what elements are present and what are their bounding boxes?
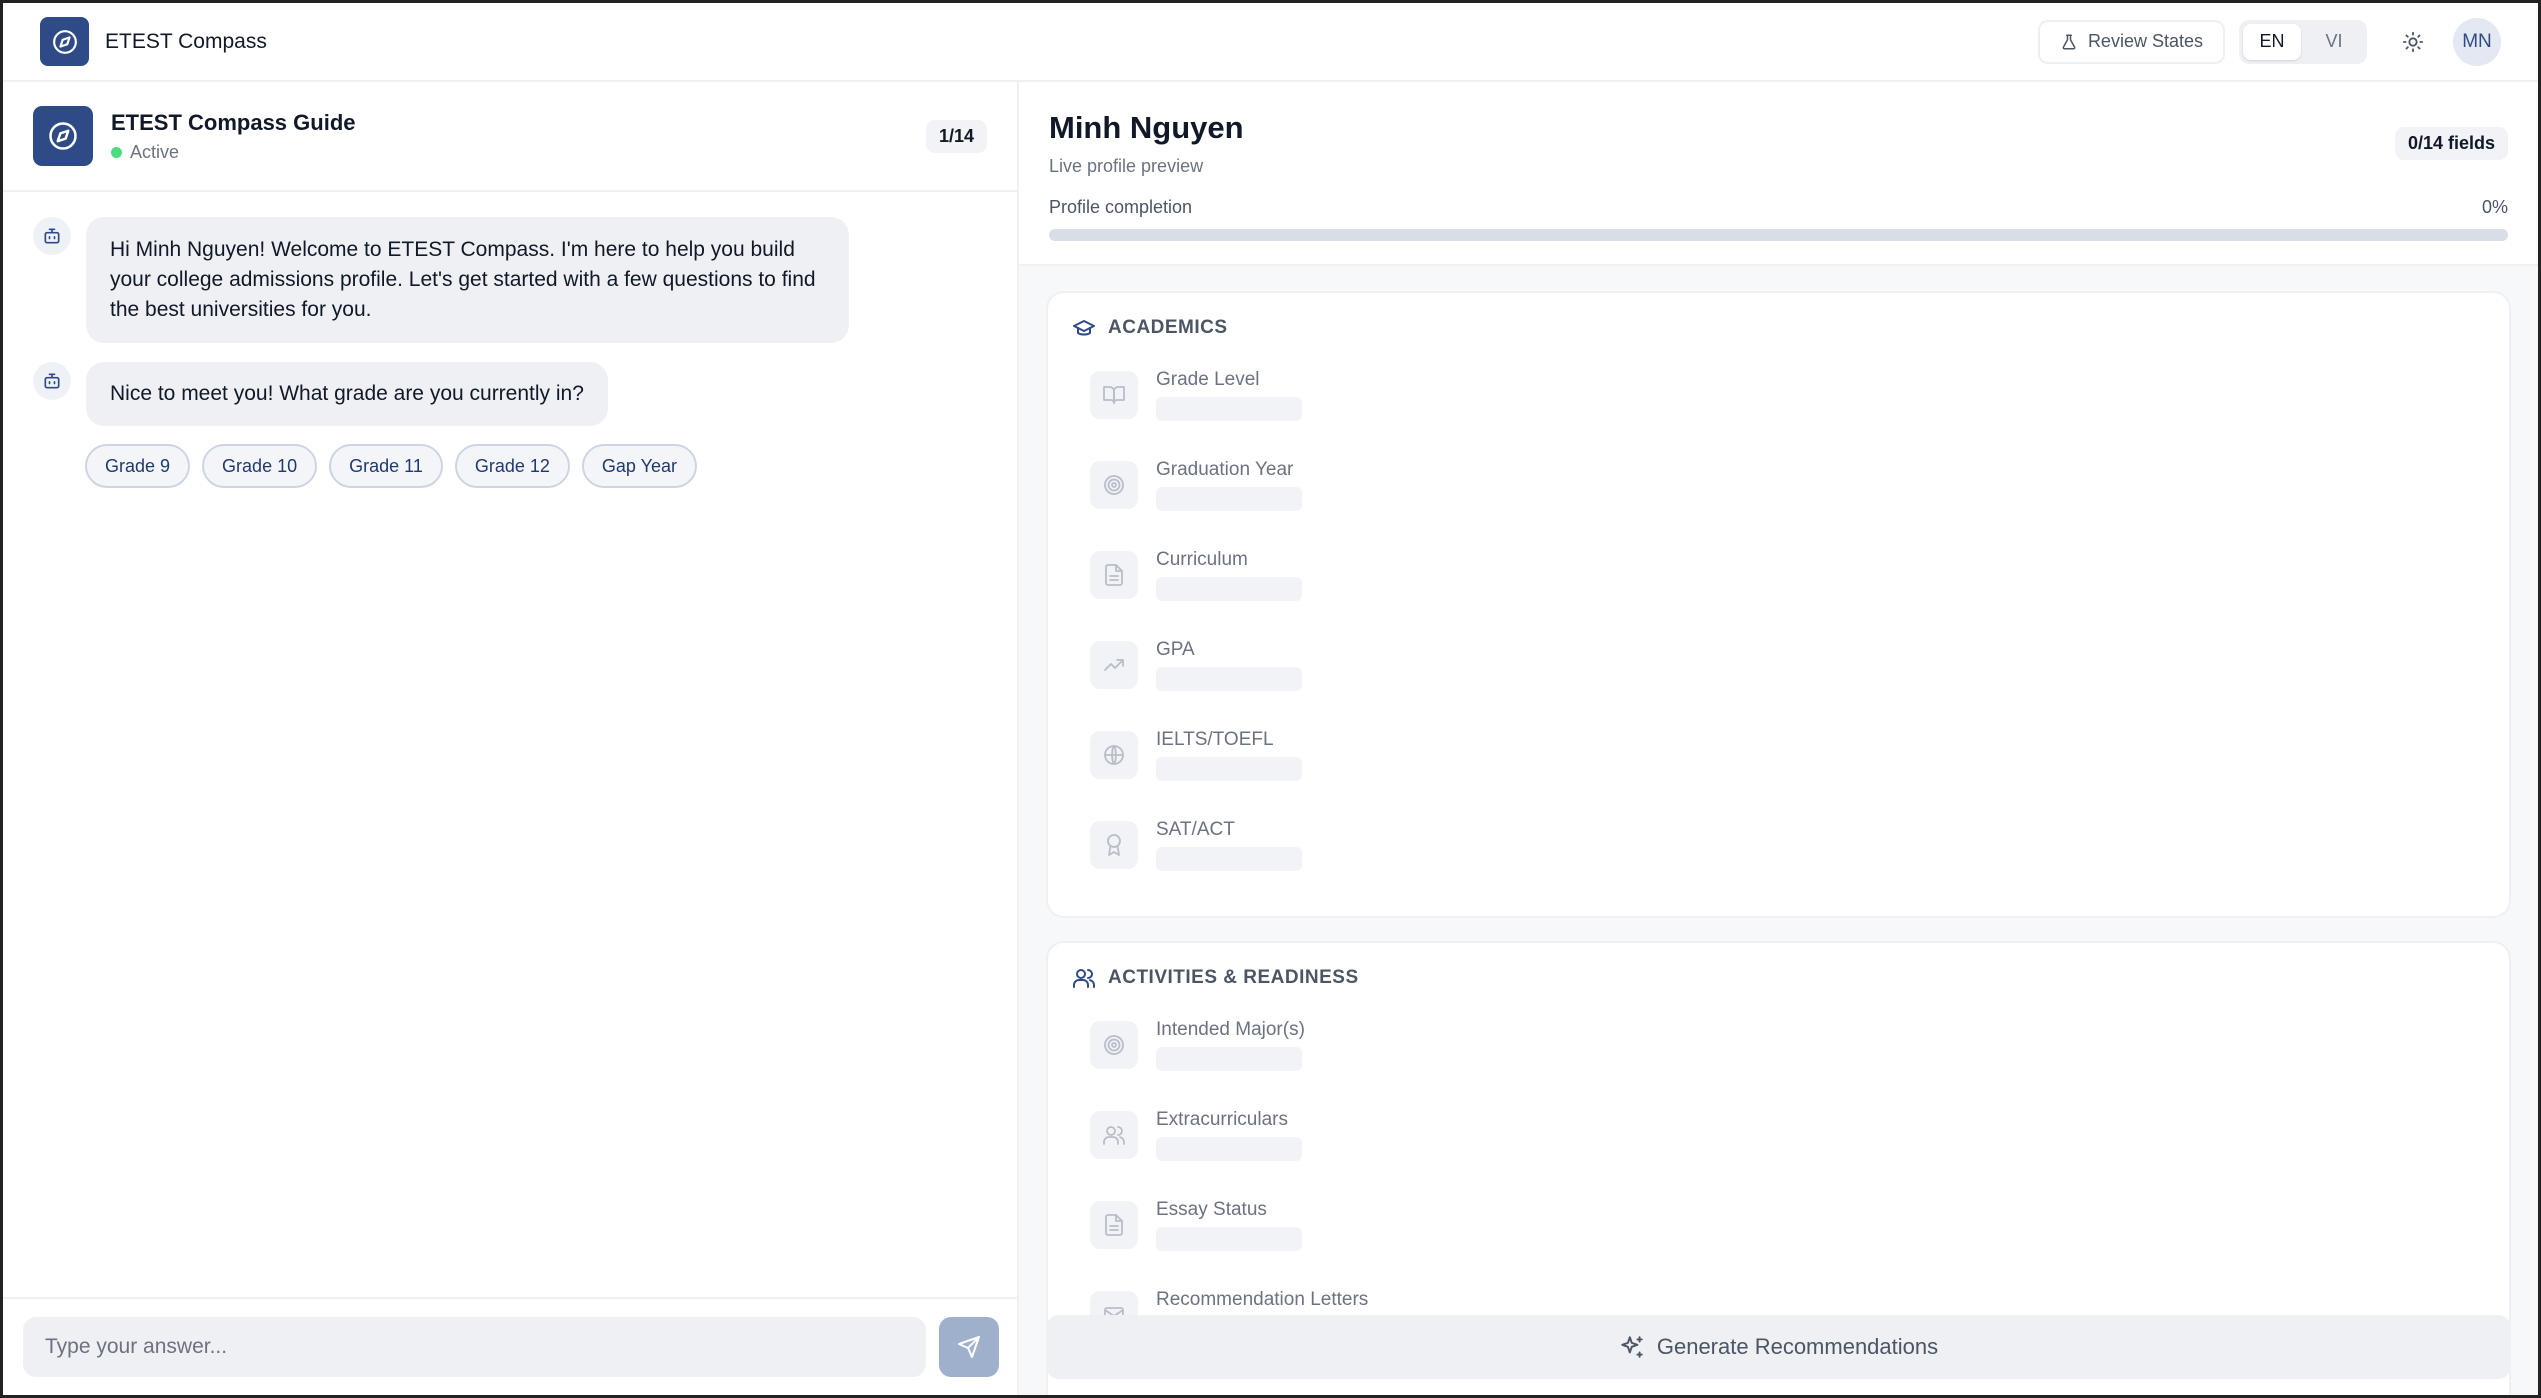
users-icon	[1090, 1111, 1138, 1159]
completion-row: Profile completion 0%	[1049, 197, 2508, 218]
completion-percent: 0%	[2481, 197, 2508, 217]
review-states-button[interactable]: Review States	[2037, 19, 2225, 64]
academics-card: ACADEMICS Grade Level Graduation Year Cu…	[1046, 291, 2511, 918]
field-sat-act: SAT/ACT	[1072, 813, 2485, 903]
fields-count-badge: 0/14 fields	[2394, 127, 2508, 160]
trending-up-icon	[1090, 641, 1138, 689]
field-extracurriculars: Extracurriculars	[1072, 1103, 2485, 1193]
bot-avatar	[33, 362, 71, 400]
globe-icon	[1090, 731, 1138, 779]
theme-toggle-button[interactable]	[2391, 20, 2435, 64]
step-counter-badge: 1/14	[925, 119, 987, 153]
guide-header: ETEST Compass Guide Active 1/14	[3, 82, 1017, 192]
completion-label: Profile completion	[1049, 197, 1193, 217]
users-icon	[1073, 969, 1095, 988]
field-label: Graduation Year	[1156, 459, 1294, 480]
target-icon	[1090, 461, 1138, 509]
app-title: ETEST Compass	[105, 29, 267, 53]
field-intended-majors: Intended Major(s)	[1072, 1013, 2485, 1103]
profile-subtitle: Live profile preview	[1049, 156, 1204, 176]
field-ielts-toefl: IELTS/TOEFL	[1072, 723, 2485, 813]
field-label: Essay Status	[1156, 1199, 1267, 1220]
bot-icon	[44, 228, 60, 244]
target-icon	[1090, 1021, 1138, 1069]
academics-section-title: ACADEMICS	[1072, 313, 2485, 343]
lang-vi-button[interactable]: VI	[2305, 24, 2363, 60]
chat-panel: ETEST Compass Guide Active 1/14 Hi Minh …	[3, 82, 1019, 1395]
field-label: Curriculum	[1156, 549, 1248, 570]
field-value-placeholder	[1156, 487, 1302, 511]
chat-message: Nice to meet you! What grade are you cur…	[33, 362, 608, 426]
graduation-cap-icon	[1073, 320, 1095, 336]
language-toggle: EN VI	[2239, 19, 2367, 64]
sun-icon	[2402, 31, 2424, 52]
chat-input-bar	[3, 1297, 1017, 1395]
field-value-placeholder	[1156, 397, 1302, 421]
app-logo[interactable]	[40, 17, 89, 66]
sparkles-icon	[1621, 1336, 1643, 1358]
field-label: Extracurriculars	[1156, 1109, 1288, 1130]
answer-input[interactable]	[23, 1317, 926, 1377]
award-icon	[1090, 821, 1138, 869]
field-value-placeholder	[1156, 757, 1302, 781]
field-essay-status: Essay Status	[1072, 1193, 2485, 1283]
field-curriculum: Curriculum	[1072, 543, 2485, 633]
message-bubble: Hi Minh Nguyen! Welcome to ETEST Compass…	[86, 217, 849, 343]
field-label: Intended Major(s)	[1156, 1019, 1305, 1040]
send-button[interactable]	[939, 1317, 999, 1377]
field-gpa: GPA	[1072, 633, 2485, 723]
option-grade-9[interactable]: Grade 9	[85, 444, 191, 488]
chat-message: Hi Minh Nguyen! Welcome to ETEST Compass…	[33, 217, 849, 343]
quick-reply-options: Grade 9 Grade 10 Grade 11 Grade 12 Gap Y…	[85, 444, 697, 488]
guide-status: Active	[111, 142, 356, 163]
field-label: SAT/ACT	[1156, 819, 1235, 840]
field-value-placeholder	[1156, 1227, 1302, 1251]
profile-name: Minh Nguyen	[1049, 110, 1244, 145]
flask-icon	[2062, 34, 2076, 49]
option-grade-11[interactable]: Grade 11	[329, 444, 443, 488]
activities-title-text: ACTIVITIES & READINESS	[1108, 967, 1359, 988]
guide-status-text: Active	[130, 141, 180, 162]
option-grade-12[interactable]: Grade 12	[454, 444, 570, 488]
user-avatar[interactable]: MN	[2453, 17, 2501, 66]
field-value-placeholder	[1156, 1137, 1302, 1161]
guide-info: ETEST Compass Guide Active	[111, 110, 356, 163]
activities-section-title: ACTIVITIES & READINESS	[1072, 963, 2485, 993]
field-value-placeholder	[1156, 1047, 1302, 1071]
book-icon	[1090, 371, 1138, 419]
field-label: Recommendation Letters	[1156, 1289, 1369, 1310]
field-label: GPA	[1156, 639, 1195, 660]
guide-logo	[33, 106, 93, 166]
guide-name: ETEST Compass Guide	[111, 109, 356, 135]
document-icon	[1090, 1201, 1138, 1249]
compass-icon	[52, 29, 77, 54]
app-window: ETEST Compass Review States EN VI MN ETE…	[0, 0, 2541, 1398]
profile-panel: Minh Nguyen Live profile preview 0/14 fi…	[1019, 82, 2538, 1395]
option-grade-10[interactable]: Grade 10	[202, 444, 318, 488]
field-label: IELTS/TOEFL	[1156, 729, 1274, 750]
bot-avatar	[33, 217, 71, 255]
option-gap-year[interactable]: Gap Year	[581, 444, 697, 488]
compass-icon	[49, 122, 77, 150]
academics-title-text: ACADEMICS	[1108, 317, 1228, 338]
top-actions: Review States EN VI MN	[2037, 17, 2501, 66]
send-icon	[958, 1336, 980, 1358]
bot-icon	[44, 373, 60, 389]
generate-recommendations-button[interactable]: Generate Recommendations	[1046, 1315, 2511, 1379]
profile-header: Minh Nguyen Live profile preview 0/14 fi…	[1019, 82, 2538, 266]
field-value-placeholder	[1156, 577, 1302, 601]
generate-label: Generate Recommendations	[1656, 1334, 1939, 1359]
completion-progress-bar	[1049, 229, 2508, 241]
document-icon	[1090, 551, 1138, 599]
field-label: Grade Level	[1156, 369, 1260, 390]
lang-en-button[interactable]: EN	[2243, 23, 2301, 60]
status-dot	[111, 146, 122, 158]
field-grade-level: Grade Level	[1072, 363, 2485, 453]
review-states-label: Review States	[2087, 31, 2203, 51]
field-graduation-year: Graduation Year	[1072, 453, 2485, 543]
field-value-placeholder	[1156, 847, 1302, 871]
field-value-placeholder	[1156, 667, 1302, 691]
top-bar: ETEST Compass Review States EN VI MN	[3, 3, 2538, 82]
message-bubble: Nice to meet you! What grade are you cur…	[86, 362, 608, 426]
